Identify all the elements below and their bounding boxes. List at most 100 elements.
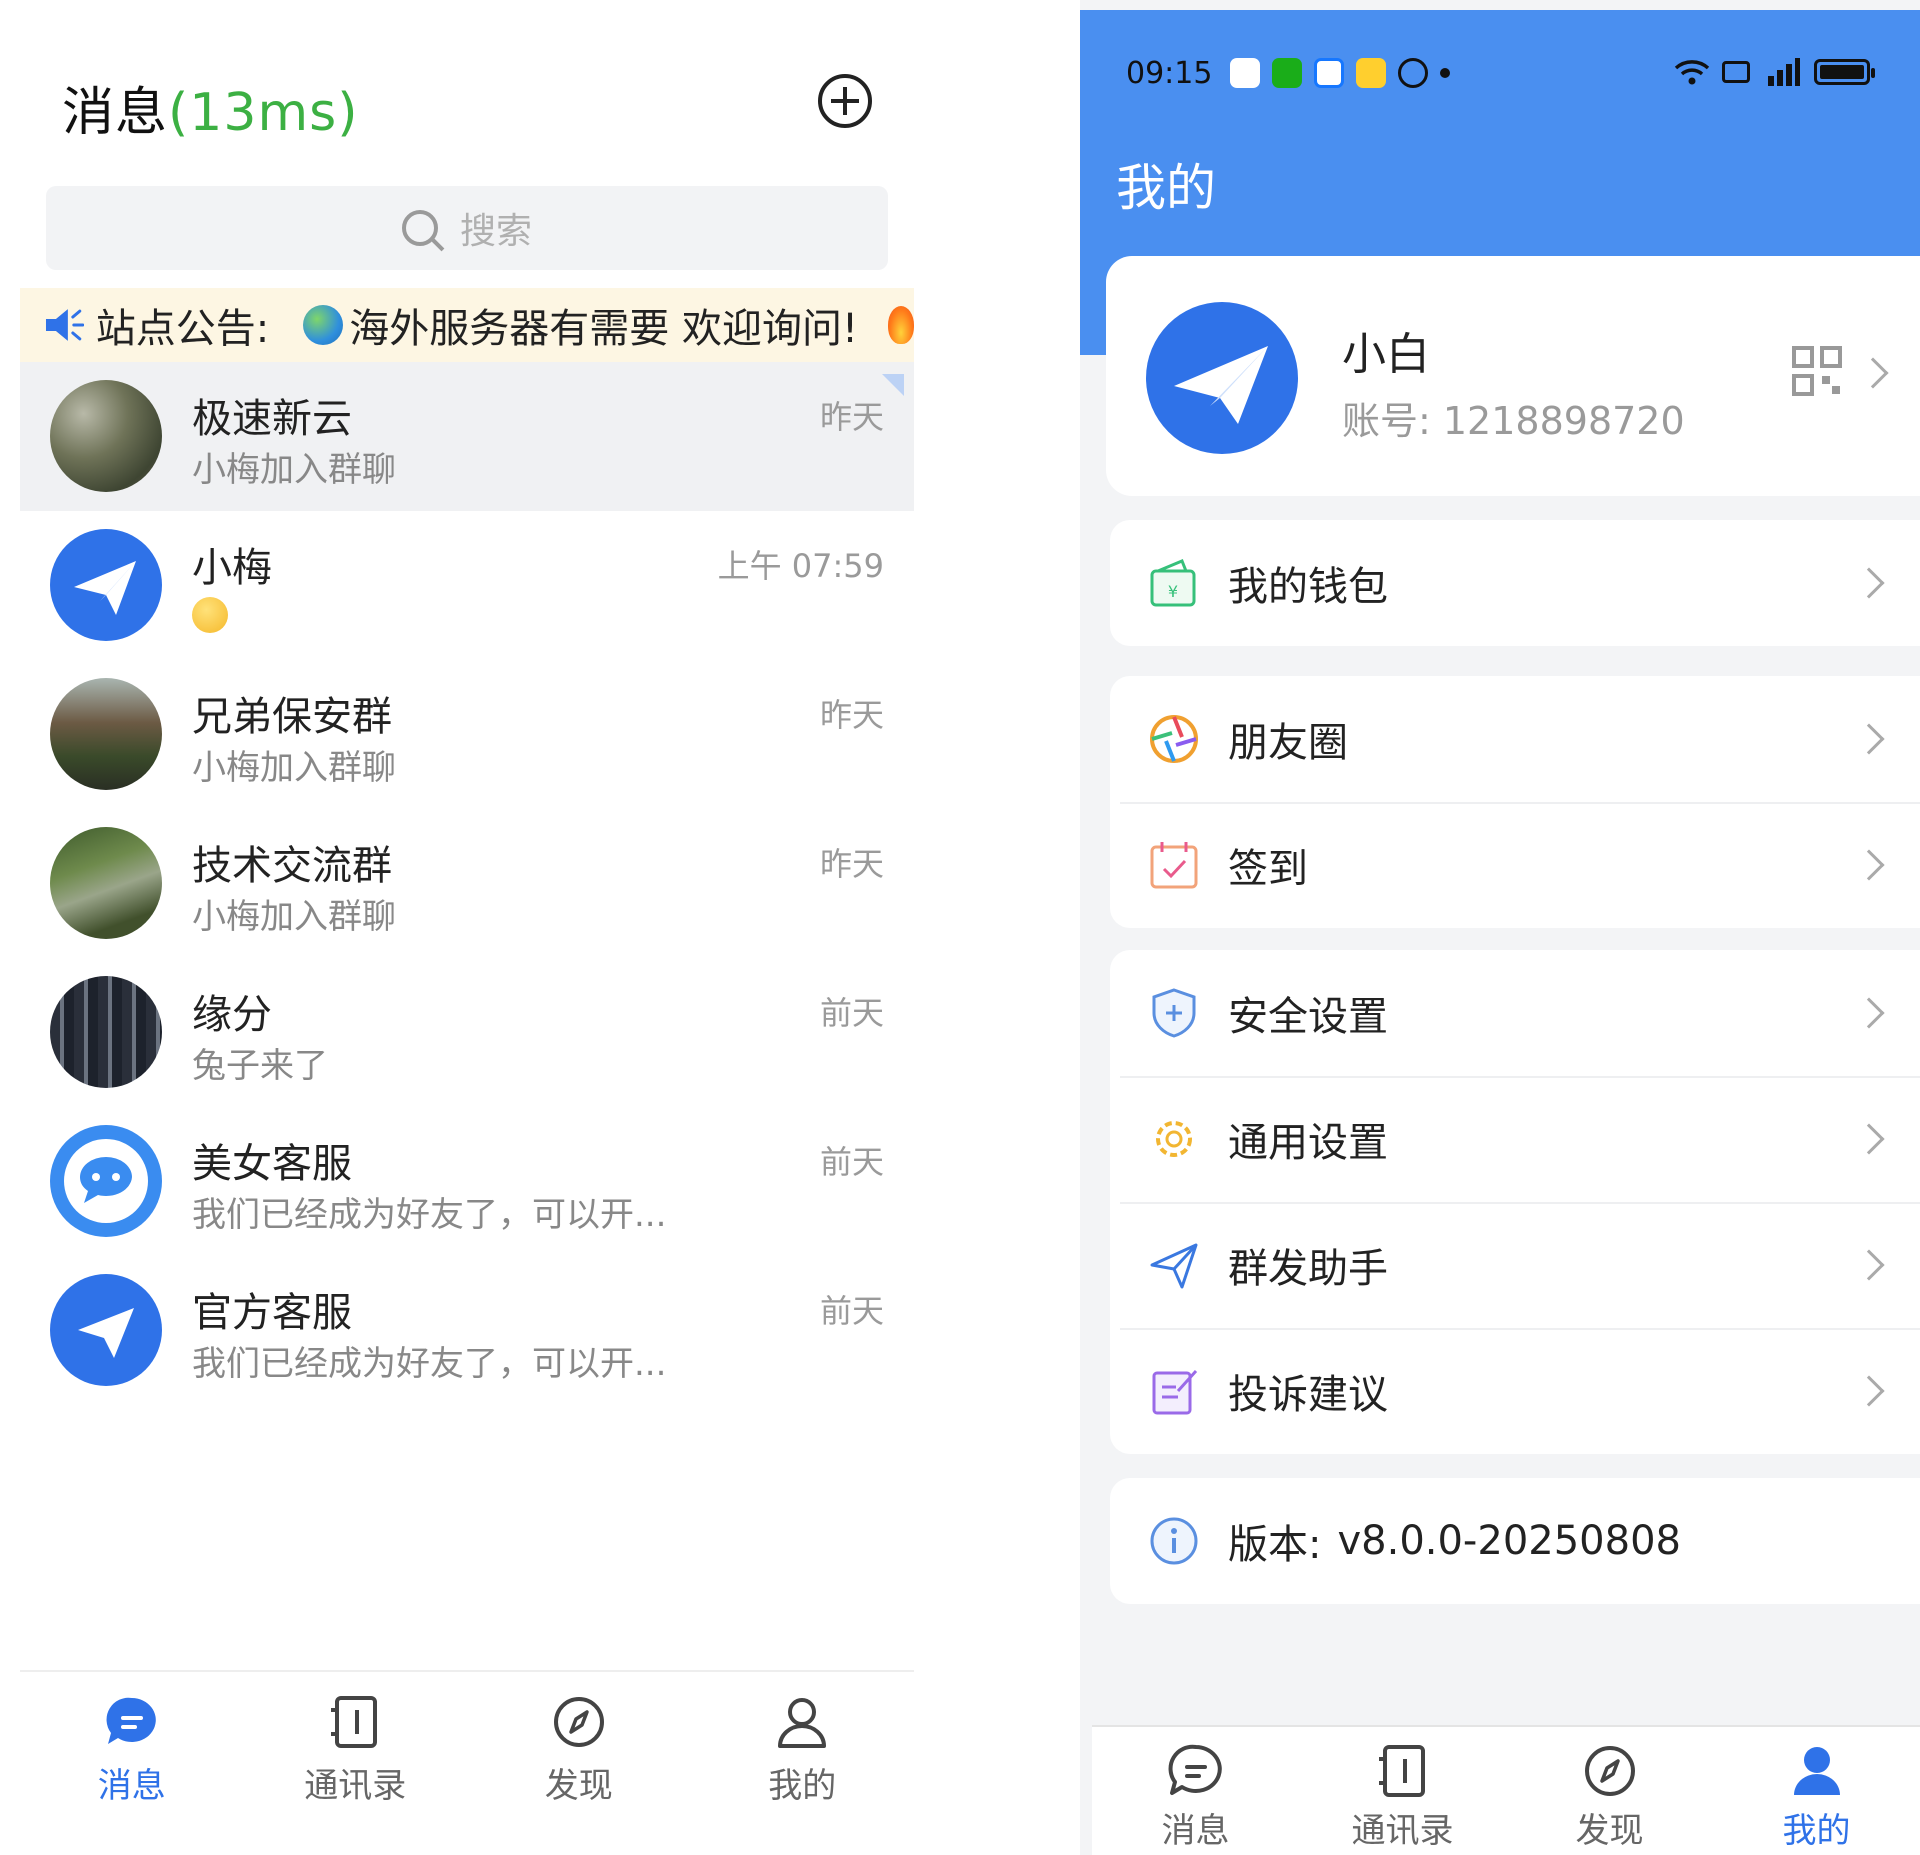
profile-name: 小白	[1342, 329, 1430, 380]
chat-item[interactable]: 小梅 上午 07:59	[20, 511, 914, 660]
menu-item-general-settings[interactable]: 通用设置	[1110, 1076, 1920, 1202]
menu-item-broadcast[interactable]: 群发助手	[1110, 1202, 1920, 1328]
chevron-right-icon	[1853, 1123, 1885, 1155]
wallet-icon: ¥	[1150, 559, 1196, 607]
chat-status-icon	[1398, 58, 1429, 88]
notice-text: 海外服务器有需要 欢迎询问!	[349, 306, 858, 352]
add-button[interactable]	[818, 74, 872, 128]
status-bar: 09:15	[1126, 50, 1886, 96]
menu-label: 签到	[1228, 846, 1308, 892]
menu-label: 安全设置	[1228, 994, 1388, 1040]
avatar	[50, 976, 162, 1088]
chevron-right-icon	[1853, 723, 1885, 755]
chat-name: 极速新云	[192, 396, 352, 442]
chat-item[interactable]: 缘分 兔子来了 前天	[20, 958, 914, 1107]
message-icon	[106, 1697, 156, 1744]
qr-code-icon[interactable]	[1792, 346, 1842, 396]
menu-label: 投诉建议	[1228, 1372, 1388, 1418]
chat-time: 前天	[819, 1143, 884, 1181]
compass-icon	[553, 1697, 604, 1747]
contacts-icon	[331, 1696, 378, 1748]
tab-mine[interactable]: 我的	[1713, 1727, 1920, 1855]
search-placeholder: 搜索	[459, 211, 532, 252]
speaker-icon	[45, 309, 84, 341]
chat-preview: 兔子来了	[192, 1046, 328, 1086]
chat-list: 极速新云 小梅加入群聊 昨天 小梅 上午 07:59 兄弟保安群 小梅加入群聊 …	[20, 362, 914, 1405]
chat-item[interactable]: 技术交流群 小梅加入群聊 昨天	[20, 809, 914, 958]
tab-label: 消息	[1161, 1811, 1230, 1851]
svg-text:¥: ¥	[1168, 582, 1178, 601]
notice-label: 站点公告:	[95, 306, 270, 352]
edit-icon	[1152, 1369, 1198, 1415]
person-icon	[778, 1698, 827, 1748]
chat-time: 昨天	[819, 696, 884, 734]
tab-mine[interactable]: 我的	[691, 1672, 915, 1830]
chat-time: 上午 07:59	[717, 547, 884, 585]
menu-label: 朋友圈	[1228, 720, 1348, 766]
avatar	[50, 1274, 162, 1386]
chat-item[interactable]: 官方客服 我们已经成为好友了，可以开... 前天	[20, 1256, 914, 1405]
version-row[interactable]: 版本: v8.0.0-20250808	[1110, 1478, 1920, 1604]
pin-marker-icon	[882, 374, 904, 396]
tab-discover[interactable]: 发现	[467, 1672, 691, 1830]
tab-messages[interactable]: 消息	[20, 1672, 244, 1830]
menu-item-security[interactable]: 安全设置	[1110, 950, 1920, 1076]
chat-time: 前天	[819, 994, 884, 1032]
latency-indicator: (13ms)	[168, 83, 359, 143]
chat-preview: 我们已经成为好友了，可以开...	[192, 1195, 667, 1235]
profile-card[interactable]: 小白 账号: 1218898720	[1106, 256, 1920, 496]
chevron-right-icon	[1853, 997, 1885, 1029]
fire-icon	[888, 306, 914, 344]
chat-item[interactable]: 美女客服 我们已经成为好友了，可以开... 前天	[20, 1107, 914, 1256]
profile-account: 账号: 1218898720	[1342, 399, 1685, 443]
shield-icon	[1152, 988, 1196, 1038]
chat-name: 美女客服	[192, 1141, 352, 1187]
avatar	[50, 827, 162, 939]
chevron-right-icon	[1853, 1375, 1885, 1407]
alipay-icon	[1314, 58, 1345, 88]
tab-discover[interactable]: 发现	[1506, 1727, 1713, 1855]
more-notifications-dot-icon	[1440, 68, 1451, 78]
menu-group-settings: 安全设置 通用设置 群发助手 投诉建议	[1110, 950, 1920, 1454]
avatar	[50, 529, 162, 641]
tab-label: 发现	[544, 1766, 613, 1806]
menu-label: 通用设置	[1228, 1120, 1388, 1166]
info-icon	[1150, 1517, 1198, 1565]
menu-item-feedback[interactable]: 投诉建议	[1110, 1328, 1920, 1454]
menu-item-moments[interactable]: 朋友圈	[1110, 676, 1920, 802]
tab-label: 我的	[768, 1766, 837, 1806]
page-title: 我的	[1116, 159, 1216, 217]
chat-name: 小梅	[192, 545, 272, 591]
signal-icon	[1768, 58, 1800, 86]
site-notice-banner[interactable]: 站点公告: 海外服务器有需要 欢迎询问!	[20, 288, 914, 362]
messages-screen: 消息 (13ms) 搜索 站点公告: 海外服务器有需要 欢迎询问! 极速新云 小梅…	[0, 0, 1080, 1855]
version-card: 版本: v8.0.0-20250808	[1110, 1478, 1920, 1604]
chat-name: 缘分	[192, 992, 272, 1038]
tab-label: 我的	[1782, 1811, 1851, 1851]
search-bar[interactable]: 搜索	[46, 186, 888, 270]
wechat-icon	[1272, 58, 1303, 88]
tab-messages[interactable]: 消息	[1092, 1727, 1299, 1855]
tab-label: 发现	[1575, 1811, 1644, 1851]
menu-label: 我的钱包	[1228, 564, 1388, 610]
chat-time: 昨天	[819, 845, 884, 883]
menu-item-checkin[interactable]: 签到	[1110, 802, 1920, 928]
tab-contacts[interactable]: 通讯录	[244, 1672, 468, 1830]
search-icon	[401, 210, 438, 246]
send-icon	[1150, 1243, 1198, 1289]
paper-plane-icon	[74, 561, 136, 615]
chat-item[interactable]: 极速新云 小梅加入群聊 昨天	[20, 362, 914, 511]
version-value: v8.0.0-20250808	[1337, 1518, 1681, 1564]
tab-contacts[interactable]: 通讯录	[1299, 1727, 1506, 1855]
chat-preview: 小梅加入群聊	[192, 748, 396, 788]
paper-plane-icon	[1174, 346, 1268, 424]
chevron-right-icon	[1853, 1249, 1885, 1281]
chat-item[interactable]: 兄弟保安群 小梅加入群聊 昨天	[20, 660, 914, 809]
smile-emoji-icon	[192, 597, 228, 633]
menu-item-wallet[interactable]: ¥ 我的钱包	[1110, 520, 1920, 646]
calendar-check-icon	[1150, 842, 1198, 889]
menu-label: 群发助手	[1228, 1246, 1388, 1292]
tab-label: 消息	[97, 1766, 166, 1806]
person-icon	[1793, 1747, 1840, 1795]
app-notification-icon	[1230, 58, 1261, 88]
